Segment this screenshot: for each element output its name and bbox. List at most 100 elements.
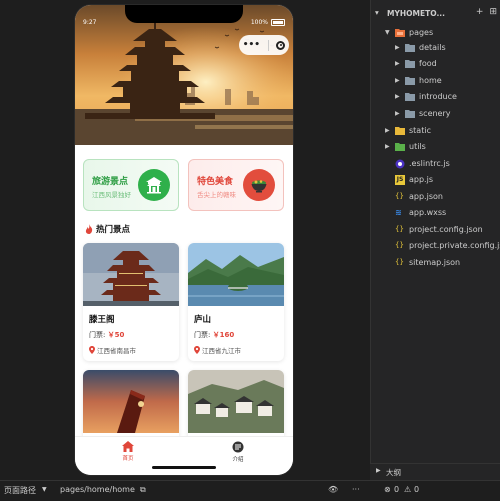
spot-price: 门票: ￥50	[89, 330, 124, 340]
new-file-icon[interactable]: +	[476, 7, 484, 17]
tree-item-label: introduce	[419, 92, 457, 101]
tree-folder-utils[interactable]: ▶ utils	[371, 140, 500, 155]
tree-item-label: static	[409, 126, 431, 135]
hero-banner-image	[75, 5, 293, 145]
json-icon: {}	[395, 258, 404, 266]
info-icon	[232, 441, 244, 453]
price-amount: ￥50	[107, 331, 125, 339]
mini-program-capsule[interactable]: •••	[239, 35, 289, 55]
chevron-right-icon: ▶	[395, 44, 400, 51]
chevron-right-icon: ▶	[385, 143, 390, 150]
tree-item-label: app.js	[409, 175, 433, 184]
spot-card[interactable]	[83, 370, 179, 437]
folder-icon	[405, 110, 415, 118]
category-card-scenery[interactable]: 旅游景点 江西风景独好	[83, 159, 179, 211]
tree-item-label: app.json	[409, 192, 443, 201]
spot-image-sunset-monument	[83, 370, 179, 433]
status-time: 9:27	[83, 19, 97, 26]
home-content: 旅游景点 江西风景独好 特色美食 舌尖上的赣味 热门景点 滕王阁 门票: ￥50…	[75, 145, 293, 437]
location-text: 江西省九江市	[202, 347, 241, 355]
tree-file-eslintrc[interactable]: .eslintrc.js	[371, 157, 500, 172]
tree-item-label: food	[419, 59, 437, 68]
tree-item-label: app.wxss	[409, 208, 447, 217]
warning-icon: ⚠	[404, 485, 412, 494]
spot-image-ancient-village	[188, 370, 284, 433]
more-icon[interactable]: ···	[352, 485, 360, 494]
tree-folder-food[interactable]: ▶ food	[371, 57, 500, 72]
chevron-right-icon: ▶	[376, 467, 381, 474]
category-card-food[interactable]: 特色美食 舌尖上的赣味	[188, 159, 284, 211]
chevron-right-icon: ▶	[395, 60, 400, 67]
category-title: 旅游景点	[92, 177, 129, 187]
category-title: 特色美食	[197, 177, 234, 187]
outline-label: 大纲	[386, 468, 401, 477]
copy-icon[interactable]: ⧉	[140, 485, 146, 495]
tree-folder-details[interactable]: ▶ details	[371, 41, 500, 56]
chevron-right-icon: ▶	[385, 127, 390, 134]
chevron-down-icon[interactable]: ▾	[375, 8, 379, 17]
tree-file-project-config[interactable]: {} project.config.json	[371, 223, 500, 238]
folder-icon	[405, 93, 415, 101]
spot-card[interactable]: 滕王阁 门票: ￥50 江西省南昌市	[83, 243, 179, 361]
battery-icon	[271, 19, 285, 26]
explorer-actions: + ⊞	[476, 7, 497, 17]
section-hot-spots: 热门景点	[85, 223, 130, 235]
chevron-down-icon[interactable]: ▼	[42, 486, 47, 493]
price-amount: ￥160	[212, 331, 235, 339]
tree-folder-introduce[interactable]: ▶ introduce	[371, 90, 500, 105]
tab-introduce[interactable]: 介绍	[213, 441, 263, 463]
tree-item-label: scenery	[419, 109, 451, 118]
spot-name: 庐山	[194, 315, 212, 325]
home-indicator	[152, 466, 216, 469]
spot-card[interactable]: 庐山 门票: ￥160 江西省九江市	[188, 243, 284, 361]
error-count[interactable]: 0	[394, 485, 399, 494]
phone-notch	[125, 5, 243, 23]
more-menu-icon[interactable]: •••	[243, 40, 260, 50]
tab-home[interactable]: 首页	[103, 441, 153, 462]
tree-file-app-js[interactable]: JS app.js	[371, 173, 500, 188]
tree-item-label: home	[419, 76, 442, 85]
file-explorer: ▾ MYHOMETO... + ⊞ ▼ pages ▶ details ▶ fo…	[370, 0, 500, 480]
phone-simulator: 9:27 100% ••• 旅游景点 江西风景独好 特色美食 舌尖上的赣味 热门…	[75, 5, 293, 475]
price-prefix: 门票:	[194, 331, 211, 339]
tree-item-label: project.private.config.js	[409, 241, 500, 250]
tree-file-app-json[interactable]: {} app.json	[371, 190, 500, 205]
tree-item-label: details	[419, 43, 446, 52]
eslint-icon	[395, 159, 405, 169]
home-icon	[122, 441, 134, 452]
tab-label: 首页	[122, 456, 134, 462]
section-title-text: 热门景点	[96, 225, 131, 235]
spot-image-tengwang-pavilion	[83, 243, 179, 306]
json-icon: {}	[395, 225, 404, 233]
tree-item-label: pages	[409, 28, 434, 37]
tree-folder-static[interactable]: ▶ static	[371, 124, 500, 139]
warning-count[interactable]: 0	[414, 485, 419, 494]
price-prefix: 门票:	[89, 331, 106, 339]
pavilion-icon	[138, 169, 170, 201]
close-mini-program-icon[interactable]	[276, 40, 286, 50]
outline-panel-header[interactable]: ▶ 大纲	[370, 463, 500, 481]
folder-icon	[405, 60, 415, 68]
json-icon: {}	[395, 241, 404, 249]
more-actions-icon[interactable]: ⊞	[489, 7, 497, 17]
tree-file-project-private-config[interactable]: {} project.private.config.js	[371, 239, 500, 254]
tree-folder-pages[interactable]: ▼ pages	[371, 26, 500, 41]
eye-icon[interactable]: 👁	[328, 485, 338, 494]
spot-image-lushan	[188, 243, 284, 306]
status-indicators: 100%	[251, 19, 285, 26]
tree-item-label: project.config.json	[409, 225, 483, 234]
tree-file-app-wxss[interactable]: ≋ app.wxss	[371, 206, 500, 221]
error-icon: ⊗	[384, 485, 391, 494]
chevron-right-icon: ▶	[395, 77, 400, 84]
tree-file-sitemap[interactable]: {} sitemap.json	[371, 256, 500, 271]
battery-percent: 100%	[250, 19, 268, 26]
spot-card[interactable]	[188, 370, 284, 437]
fire-icon	[85, 224, 93, 234]
tree-folder-scenery[interactable]: ▶ scenery	[371, 107, 500, 122]
tree-folder-home[interactable]: ▶ home	[371, 74, 500, 89]
page-path-value[interactable]: pages/home/home	[60, 485, 135, 494]
chevron-down-icon: ▼	[385, 29, 390, 36]
tree-item-label: sitemap.json	[409, 258, 461, 267]
page-path-label: 页面路径	[4, 486, 36, 495]
json-icon: {}	[395, 192, 404, 200]
